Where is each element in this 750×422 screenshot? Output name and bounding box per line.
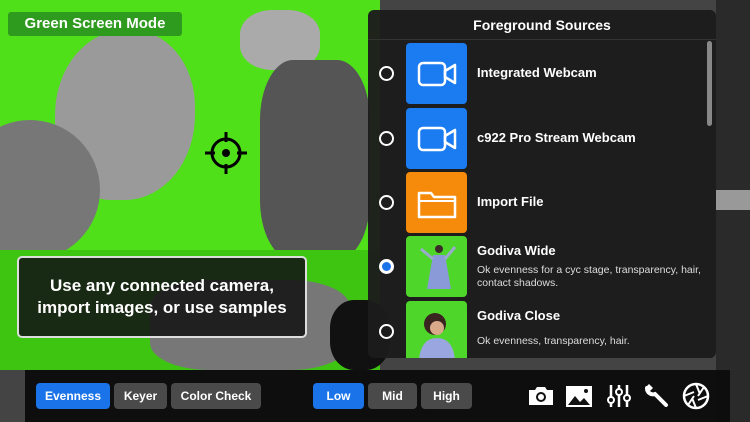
image-icon[interactable] xyxy=(565,382,593,410)
source-name: Integrated Webcam xyxy=(477,65,597,80)
low-button[interactable]: Low xyxy=(313,383,364,409)
source-godiva-close[interactable]: Godiva Close Ok evenness, transparency, … xyxy=(368,299,708,358)
aperture-icon[interactable] xyxy=(682,382,710,410)
radio-button[interactable] xyxy=(379,66,394,81)
radio-button-selected[interactable] xyxy=(379,259,394,274)
source-integrated-webcam[interactable]: Integrated Webcam xyxy=(368,41,708,105)
crosshair-icon[interactable] xyxy=(205,132,247,174)
video-camera-icon xyxy=(406,43,467,104)
sliders-icon[interactable] xyxy=(605,382,633,410)
radio-button[interactable] xyxy=(379,324,394,339)
video-camera-icon xyxy=(406,108,467,169)
wrench-icon[interactable] xyxy=(643,382,671,410)
camera-icon[interactable] xyxy=(527,382,555,410)
keyer-button[interactable]: Keyer xyxy=(114,383,167,409)
scrollbar[interactable] xyxy=(707,41,712,126)
source-godiva-wide[interactable]: Godiva Wide Ok evenness for a cyc stage,… xyxy=(368,234,708,298)
green-screen-mode-badge: Green Screen Mode xyxy=(8,12,182,36)
source-name: Godiva Wide xyxy=(477,243,556,258)
folder-icon xyxy=(406,172,467,233)
radio-button[interactable] xyxy=(379,195,394,210)
mid-button[interactable]: Mid xyxy=(368,383,417,409)
source-name: c922 Pro Stream Webcam xyxy=(477,130,636,145)
foreground-sources-panel: Foreground Sources Integrated Webcam c92… xyxy=(368,10,716,358)
evenness-button[interactable]: Evenness xyxy=(36,383,110,409)
info-message: Use any connected camera, import images,… xyxy=(17,256,307,338)
source-c922-webcam[interactable]: c922 Pro Stream Webcam xyxy=(368,106,708,170)
radio-button[interactable] xyxy=(379,131,394,146)
godiva-wide-thumbnail xyxy=(406,236,467,297)
source-description: Ok evenness, transparency, hair. xyxy=(477,335,630,347)
color-check-button[interactable]: Color Check xyxy=(171,383,261,409)
source-name: Godiva Close xyxy=(477,308,561,323)
source-name: Import File xyxy=(477,194,544,209)
godiva-close-thumbnail xyxy=(406,301,467,358)
panel-title: Foreground Sources xyxy=(368,10,716,40)
high-button[interactable]: High xyxy=(421,383,472,409)
source-import-file[interactable]: Import File xyxy=(368,170,708,234)
source-description: Ok evenness for a cyc stage, transparenc… xyxy=(477,264,701,289)
bottom-toolbar: Evenness Keyer Color Check Low Mid High xyxy=(25,370,730,422)
